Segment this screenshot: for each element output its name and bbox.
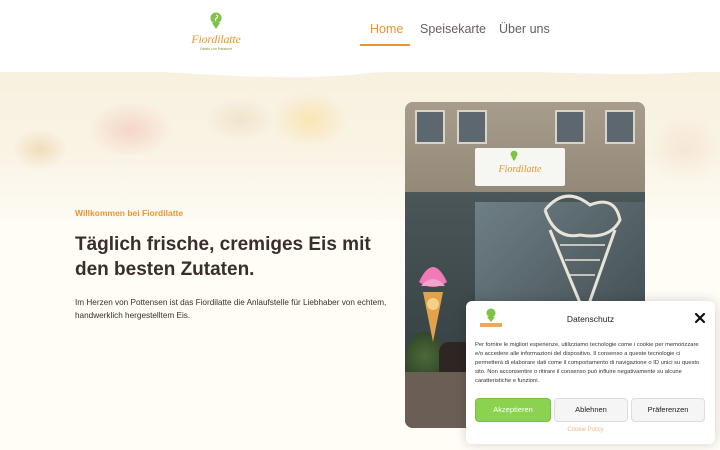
cookie-policy-link[interactable]: Cookie Policy: [466, 427, 705, 433]
logo-wordmark: Fiordilatte: [191, 32, 241, 46]
site-logo[interactable]: Fiordilatte Gelato con Passione: [188, 12, 244, 56]
cookie-dialog-title: Datenschutz: [566, 314, 615, 324]
ice-cream-logo-icon: [210, 12, 222, 29]
logo-tagline: Gelato con Passione: [199, 47, 233, 51]
sign-logo-icon: [510, 150, 518, 161]
close-icon[interactable]: [693, 311, 707, 325]
site-header: Fiordilatte Gelato con Passione Home Spe…: [0, 0, 720, 72]
nav-ueber-uns[interactable]: Über uns: [499, 22, 550, 36]
cookie-dialog-text: Per fornire le migliori esperienze, util…: [475, 342, 700, 384]
nav-active-indicator: [360, 44, 410, 46]
hero-lead-text: Im Herzen von Pottensen ist das Fiordila…: [75, 298, 387, 320]
hero-content: Willkommen bei Fiordilatte Täglich frisc…: [75, 208, 395, 322]
hero-eyebrow: Willkommen bei Fiordilatte: [75, 208, 184, 218]
cookie-preferences-button[interactable]: Präferenzen: [631, 398, 705, 422]
hero-headline: Täglich frische, cremiges Eis mit den be…: [75, 234, 371, 280]
nav-home[interactable]: Home: [370, 22, 403, 36]
cookie-consent-dialog: Datenschutz Per fornire le migliori espe…: [466, 301, 715, 444]
storefront-sign: Fiordilatte: [475, 148, 565, 186]
accept-cookies-button[interactable]: Akzeptieren: [475, 398, 551, 422]
nav-speisekarte[interactable]: Speisekarte: [420, 22, 486, 36]
deny-cookies-button[interactable]: Ablehnen: [554, 398, 628, 422]
storefront-sign-text: Fiordilatte: [498, 164, 542, 175]
